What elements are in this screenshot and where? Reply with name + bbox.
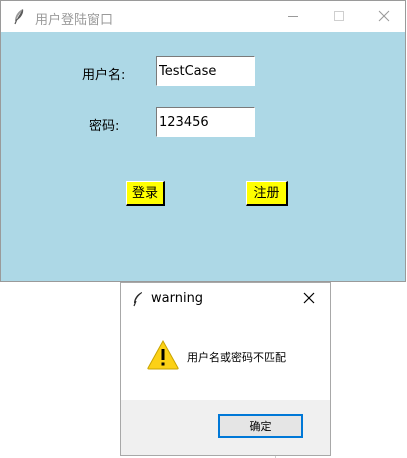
login-button[interactable]: 登录 [126, 181, 165, 206]
warning-triangle-icon [147, 339, 179, 370]
login-window: 用户登陆窗口 用户名: 密码: 登录 注册 [0, 0, 406, 282]
warning-dialog: warning 用户名或密码不匹配 确定 [120, 282, 331, 456]
maximize-button[interactable] [316, 1, 362, 32]
close-button[interactable] [360, 1, 406, 32]
feather-icon [131, 291, 145, 307]
username-input[interactable] [156, 56, 255, 86]
password-input[interactable] [156, 107, 255, 137]
window-title: 用户登陆窗口 [35, 13, 114, 28]
ok-button[interactable]: 确定 [218, 414, 303, 438]
password-label: 密码: [89, 119, 120, 134]
dialog-message: 用户名或密码不匹配 [187, 351, 286, 364]
minimize-icon [288, 16, 298, 17]
close-icon [303, 292, 315, 304]
login-window-titlebar[interactable]: 用户登陆窗口 [1, 1, 405, 32]
close-icon [378, 10, 390, 22]
minimize-button[interactable] [270, 1, 316, 32]
warning-dialog-titlebar[interactable]: warning [121, 283, 330, 313]
dialog-title: warning [151, 291, 204, 306]
feather-icon [11, 8, 27, 25]
maximize-icon [334, 11, 344, 21]
register-button[interactable]: 注册 [246, 181, 288, 206]
dialog-close-button[interactable] [293, 285, 327, 311]
username-label: 用户名: [82, 68, 126, 83]
dialog-footer: 确定 [121, 400, 330, 455]
